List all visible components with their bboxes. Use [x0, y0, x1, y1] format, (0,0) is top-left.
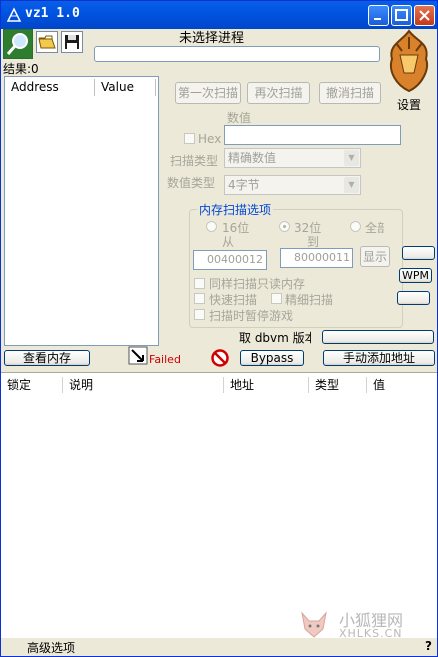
- side-button-3[interactable]: [397, 291, 430, 305]
- maximize-button[interactable]: [391, 5, 412, 26]
- save-button[interactable]: [61, 31, 83, 53]
- show-button[interactable]: 显示: [360, 246, 390, 267]
- minimize-button[interactable]: [368, 5, 389, 26]
- main-window: vz1 1.0 未选择进程 设置 结果:0 Address Value 第一次扫…: [0, 0, 438, 657]
- stop-button[interactable]: [211, 349, 229, 367]
- add-address-manually-button[interactable]: 手动添加地址: [323, 350, 435, 366]
- chevron-down-icon: ▼: [344, 177, 359, 193]
- value-label: 数值: [227, 111, 252, 125]
- to-address-input[interactable]: 80000011: [280, 248, 353, 268]
- dbvm-button[interactable]: [322, 330, 434, 344]
- undo-scan-button[interactable]: 撤消扫描: [319, 82, 381, 104]
- column-value[interactable]: Value: [95, 79, 156, 96]
- same-readonly-label: 同样扫描只读内存: [209, 277, 306, 291]
- status-bar: 高级选项 ?: [1, 638, 437, 656]
- column-lock[interactable]: 锁定: [1, 377, 63, 393]
- flame-logo-icon: [390, 29, 428, 93]
- same-readonly-checkbox[interactable]: [194, 278, 205, 289]
- column-address[interactable]: 地址: [224, 377, 309, 393]
- from-address-input[interactable]: 00400012: [193, 250, 267, 270]
- value-type-select[interactable]: 4字节 ▼: [224, 175, 361, 195]
- window-title: vz1 1.0: [25, 6, 80, 21]
- pause-game-checkbox[interactable]: [194, 309, 205, 320]
- side-button-1[interactable]: [402, 246, 435, 260]
- open-file-button[interactable]: [36, 31, 58, 53]
- hex-checkbox[interactable]: [184, 133, 195, 144]
- select-process-button[interactable]: [3, 29, 33, 59]
- memory-scan-options-title: 内存扫描选项: [197, 201, 274, 218]
- app-icon: [6, 7, 22, 23]
- value-input[interactable]: [224, 125, 401, 145]
- view-memory-button[interactable]: 查看内存: [4, 350, 90, 366]
- first-scan-button[interactable]: 第一次扫描: [175, 82, 241, 104]
- title-bar[interactable]: vz1 1.0: [1, 1, 437, 29]
- precise-scan-checkbox[interactable]: [271, 293, 282, 304]
- scan-type-select[interactable]: 精确数值 ▼: [224, 148, 361, 168]
- dbvm-version-label: 取 dbvm 版本: [239, 331, 311, 345]
- failed-status: Failed: [149, 353, 181, 366]
- help-link[interactable]: ?: [425, 639, 432, 653]
- scan-type-value: 精确数值: [228, 151, 277, 165]
- column-description[interactable]: 说明: [63, 377, 224, 393]
- close-button[interactable]: [414, 5, 435, 26]
- folder-open-icon: [38, 35, 56, 49]
- cheat-table[interactable]: 锁定 说明 地址 类型 值: [1, 372, 437, 639]
- value-type-value: 4字节: [228, 178, 260, 192]
- pause-game-label: 扫描时暂停游戏: [209, 309, 294, 323]
- value-type-label: 数值类型: [167, 176, 216, 190]
- cursor-arrow-icon: [128, 346, 148, 365]
- radio-32bit[interactable]: [279, 221, 290, 232]
- fast-scan-checkbox[interactable]: [194, 293, 205, 304]
- next-scan-button[interactable]: 再次扫描: [247, 82, 310, 104]
- process-title: 未选择进程: [179, 31, 245, 46]
- advanced-options-link[interactable]: 高级选项: [27, 639, 75, 656]
- no-entry-icon: [211, 349, 229, 367]
- app-logo[interactable]: [386, 29, 432, 93]
- column-value[interactable]: 值: [367, 377, 437, 393]
- column-type[interactable]: 类型: [309, 377, 367, 393]
- radio-all-label: 全部: [365, 221, 384, 235]
- radio-16bit[interactable]: [206, 221, 217, 232]
- radio-all[interactable]: [350, 221, 361, 232]
- wpm-button[interactable]: WPM: [399, 268, 432, 283]
- column-address[interactable]: Address: [5, 79, 95, 96]
- result-count: 结果:0: [3, 62, 39, 76]
- watermark: 小狐狸网 XHLKS.CN: [299, 609, 433, 640]
- chevron-down-icon: ▼: [344, 150, 359, 166]
- fast-scan-label: 快速扫描: [209, 293, 258, 307]
- fox-logo-icon: [301, 611, 327, 638]
- magnifier-icon: [4, 30, 32, 58]
- scan-type-label: 扫描类型: [170, 154, 219, 168]
- bypass-button[interactable]: Bypass: [240, 350, 304, 366]
- hex-label: Hex: [198, 132, 222, 146]
- floppy-disk-icon: [65, 35, 79, 49]
- settings-link[interactable]: 设置: [397, 96, 421, 113]
- pointer-scan-button[interactable]: [128, 346, 150, 366]
- found-address-list[interactable]: Address Value: [4, 76, 159, 346]
- precise-scan-label: 精细扫描: [285, 293, 334, 307]
- progress-bar: [94, 46, 380, 62]
- from-label: 从: [222, 235, 235, 249]
